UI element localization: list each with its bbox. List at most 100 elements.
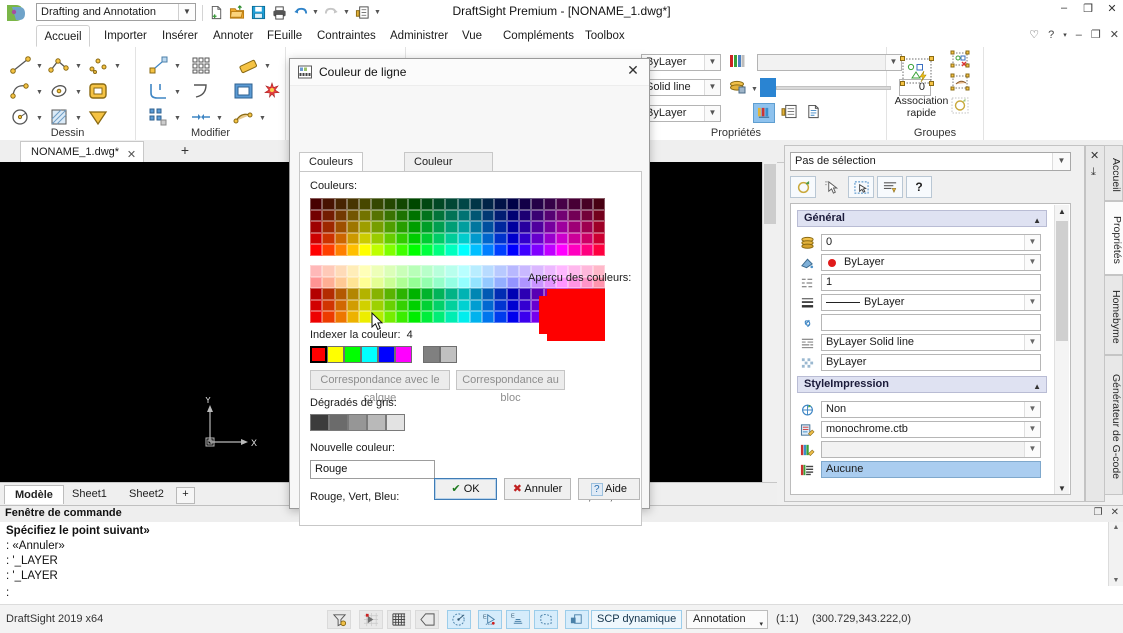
color-swatch[interactable]	[580, 221, 593, 233]
transparency-slider-handle[interactable]	[759, 78, 776, 97]
polygon-tool-icon[interactable]	[86, 105, 112, 129]
color-swatch[interactable]	[494, 198, 507, 210]
color-swatch[interactable]	[445, 232, 458, 245]
add-sheet-button[interactable]: +	[176, 487, 195, 504]
color-swatch[interactable]	[322, 198, 335, 210]
help-icon[interactable]: ?	[906, 176, 932, 198]
close-button[interactable]: ✕	[1105, 2, 1119, 15]
color-swatch[interactable]	[445, 221, 458, 233]
color-swatch[interactable]	[568, 244, 581, 256]
color-swatch[interactable]	[482, 265, 495, 277]
transparency-combo[interactable]: ▼	[757, 54, 902, 71]
circle-tool-icon[interactable]	[8, 105, 34, 129]
color-swatch[interactable]	[494, 265, 507, 277]
color-swatch[interactable]	[396, 288, 409, 300]
palette-scrollbar[interactable]: ▲ ▼	[1054, 205, 1069, 494]
color-swatch[interactable]	[371, 232, 384, 245]
chevron-down-icon[interactable]: ▼	[1024, 442, 1040, 457]
color-swatch[interactable]	[519, 232, 532, 245]
color-swatch[interactable]	[555, 232, 569, 245]
tab-contraintes[interactable]: Contraintes	[307, 25, 386, 47]
color-swatch[interactable]	[359, 299, 372, 312]
color-swatch[interactable]	[445, 299, 458, 312]
color-swatch[interactable]	[322, 232, 335, 245]
color-swatch[interactable]	[555, 198, 569, 210]
color-swatch[interactable]	[519, 299, 532, 312]
color-swatch[interactable]	[482, 198, 495, 210]
color-swatch[interactable]	[383, 276, 397, 289]
vertical-tab-proprietes[interactable]: Propriétés	[1104, 201, 1123, 275]
color-swatch[interactable]	[408, 276, 421, 289]
color-swatch[interactable]	[408, 265, 421, 277]
color-swatch[interactable]	[519, 198, 532, 210]
color-swatch[interactable]	[506, 221, 520, 233]
quick-group-icon[interactable]	[897, 54, 937, 90]
color-swatch[interactable]	[555, 209, 569, 222]
index-swatch-row[interactable]	[310, 346, 412, 363]
color-swatch[interactable]	[310, 244, 323, 256]
color-value[interactable]: ByLayer ▼	[821, 254, 1041, 271]
tab-administrer[interactable]: Administrer	[380, 25, 458, 47]
color-swatch[interactable]	[346, 299, 360, 312]
color-swatch[interactable]	[310, 265, 323, 277]
color-swatch[interactable]	[457, 198, 470, 210]
color-swatch[interactable]	[469, 209, 483, 222]
color-swatch[interactable]	[531, 244, 544, 256]
color-swatch[interactable]	[469, 311, 483, 323]
color-swatch[interactable]	[469, 288, 483, 300]
color-swatch[interactable]	[310, 288, 323, 300]
lineweight-value[interactable]: ByLayer ▼	[821, 294, 1041, 311]
esnap-icon[interactable]: E	[478, 610, 502, 629]
color-swatch[interactable]	[555, 244, 569, 256]
color-swatch[interactable]	[445, 244, 458, 256]
printstyle-edit-value[interactable]: ▼	[821, 441, 1041, 458]
color-swatch[interactable]	[506, 244, 520, 256]
color-swatch[interactable]	[322, 276, 335, 289]
color-swatch[interactable]	[543, 221, 556, 233]
mirror-tool-dropdown-icon[interactable]: ▼	[259, 115, 266, 122]
explode-tool-icon[interactable]	[262, 81, 282, 99]
color-swatch[interactable]	[371, 288, 384, 300]
color-swatch[interactable]	[432, 276, 446, 289]
index-color-swatch[interactable]	[378, 346, 395, 363]
chevron-down-icon[interactable]: ▼	[704, 55, 720, 70]
hyperlink-value[interactable]	[821, 314, 1041, 331]
color-swatch[interactable]	[494, 232, 507, 245]
color-swatch[interactable]	[310, 276, 323, 289]
move-tool-icon[interactable]	[146, 53, 172, 77]
command-input[interactable]: :	[0, 586, 1123, 605]
color-swatch[interactable]	[580, 198, 593, 210]
color-swatch[interactable]	[383, 288, 397, 300]
color-swatch[interactable]	[482, 244, 495, 256]
ribbon-options-icon[interactable]: ▾	[1063, 31, 1067, 39]
chevron-down-icon[interactable]: ▼	[704, 105, 720, 121]
ortho-icon[interactable]	[415, 610, 439, 629]
color-swatch[interactable]	[506, 265, 520, 277]
edit-group-icon[interactable]	[949, 73, 971, 93]
color-swatch[interactable]	[543, 209, 556, 222]
color-swatch[interactable]	[592, 244, 606, 256]
arc-tool-dropdown-icon[interactable]: ▼	[36, 89, 43, 96]
tab-feuille[interactable]: FEuille	[257, 25, 312, 47]
color-swatch[interactable]	[506, 311, 520, 323]
color-swatch[interactable]	[568, 198, 581, 210]
color-swatch[interactable]	[531, 198, 544, 210]
color-swatch[interactable]	[445, 276, 458, 289]
color-swatch[interactable]	[359, 209, 372, 222]
match-layer-button[interactable]: Correspondance avec le calque	[310, 370, 450, 404]
dynamic-ucs-button[interactable]: SCP dynamique	[591, 610, 683, 629]
color-swatch[interactable]	[420, 198, 433, 210]
color-swatch[interactable]	[482, 288, 495, 300]
close-icon[interactable]: ✕	[625, 63, 641, 79]
color-swatch[interactable]	[432, 221, 446, 233]
color-swatch[interactable]	[359, 244, 372, 256]
chevron-up-icon[interactable]: ▲	[1033, 379, 1041, 394]
pick-entity-icon[interactable]	[819, 176, 845, 198]
color-swatch[interactable]	[383, 311, 397, 323]
color-swatch[interactable]	[494, 311, 507, 323]
trim-tool-icon[interactable]	[188, 79, 214, 103]
arc-tool-icon[interactable]	[8, 79, 34, 103]
color-swatch[interactable]	[519, 311, 532, 323]
scroll-up-icon[interactable]: ▲	[1057, 207, 1067, 216]
rectangle-tool-icon[interactable]	[86, 79, 112, 103]
